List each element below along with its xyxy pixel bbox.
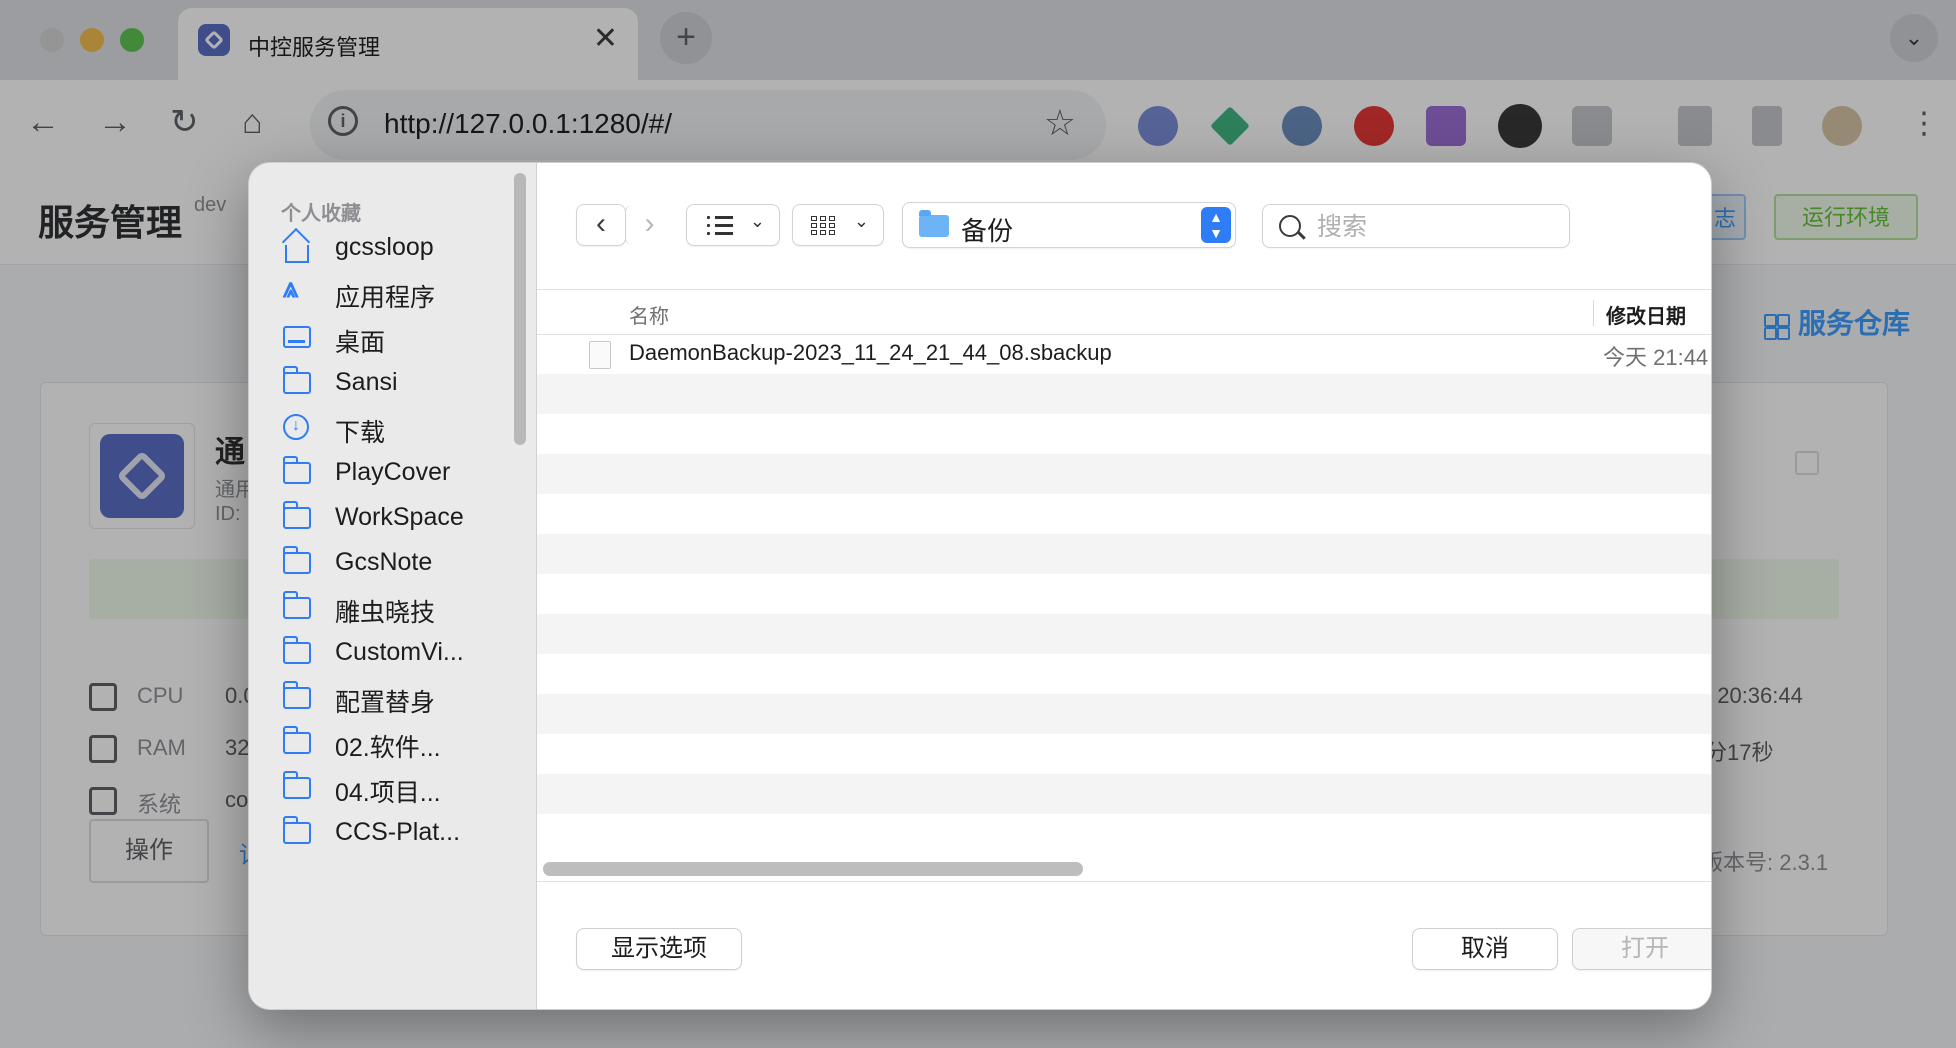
sidebar-scrollbar[interactable] [514, 173, 526, 445]
sidebar-item[interactable]: PlayCover [279, 450, 519, 494]
empty-row [537, 454, 1711, 494]
folder-icon [283, 456, 311, 484]
empty-row [537, 574, 1711, 614]
sidebar-item[interactable]: 桌面 [279, 315, 519, 359]
document-icon [589, 341, 611, 369]
sidebar-item[interactable]: ↓ 下载 [279, 405, 519, 449]
folder-icon [283, 591, 311, 619]
sidebar-item[interactable]: Sansi [279, 360, 519, 404]
horizontal-scrollbar[interactable] [543, 862, 1083, 876]
folder-icon [283, 681, 311, 709]
empty-row [537, 614, 1711, 654]
folder-icon [283, 771, 311, 799]
folder-icon [283, 726, 311, 754]
list-view-icon [707, 215, 733, 235]
column-header: 名称 修改日期 [537, 289, 1711, 335]
file-modified-date: 今天 21:44 [1603, 345, 1709, 370]
empty-row [537, 734, 1711, 774]
up-down-chevron-icon: ▲ ▼ [1201, 207, 1231, 243]
sidebar-item-label: CustomVi... [335, 638, 464, 666]
applications-icon: ⩓ [283, 272, 299, 303]
forward-button[interactable]: › [625, 205, 673, 245]
search-input[interactable] [1315, 209, 1559, 245]
footer-divider [537, 881, 1711, 882]
sidebar-item-label: gcssloop [335, 233, 434, 261]
sidebar-item[interactable]: ⩓ 应用程序 [279, 270, 519, 314]
empty-row [537, 774, 1711, 814]
empty-row [537, 414, 1711, 454]
sidebar-item[interactable]: 02.软件... [279, 720, 519, 764]
sidebar-item-label: GcsNote [335, 548, 433, 576]
downloads-icon: ↓ [283, 414, 309, 440]
show-options-button[interactable]: 显示选项 [577, 929, 741, 969]
folder-icon [283, 546, 311, 574]
file-open-dialog: 个人收藏 gcssloop ⩓ 应用程序桌面 Sansi ↓ 下载 PlayCover Wor… [248, 162, 1712, 1010]
folder-icon [919, 210, 949, 237]
sidebar-item-label: 04.项目... [335, 779, 441, 807]
file-browser-pane: ‹ › ⌄ ⌄ 备份 ▲▼ 名称 [537, 163, 1711, 1009]
open-button[interactable]: 打开 [1573, 929, 1711, 969]
current-folder-label: 备份 [961, 216, 1014, 246]
empty-row [537, 654, 1711, 694]
folder-icon [283, 366, 311, 394]
sidebar-item-label: 下载 [335, 419, 386, 447]
column-name-header[interactable]: 名称 [629, 300, 669, 329]
chevron-down-icon: ⌄ [853, 211, 869, 231]
sidebar-item[interactable]: CCS-Plat... [279, 810, 519, 854]
cancel-button[interactable]: 取消 [1413, 929, 1557, 969]
back-button[interactable]: ‹ [577, 205, 625, 245]
sidebar-item[interactable]: 04.项目... [279, 765, 519, 809]
sidebar-item-label: 应用程序 [335, 284, 436, 312]
sidebar-item[interactable]: GcsNote [279, 540, 519, 584]
sidebar-item-label: PlayCover [335, 458, 451, 486]
sidebar-item-label: 02.软件... [335, 734, 441, 762]
sidebar-item[interactable]: CustomVi... [279, 630, 519, 674]
sidebar-item[interactable]: WorkSpace [279, 495, 519, 539]
file-name: DaemonBackup-2023_11_24_21_44_08.sbackup [629, 340, 1112, 365]
chevron-down-icon: ⌄ [749, 211, 765, 231]
list-view-button[interactable]: ⌄ [687, 205, 779, 245]
sidebar-item-label: 桌面 [335, 329, 386, 357]
empty-row [537, 494, 1711, 534]
grid-view-icon [811, 216, 839, 236]
sidebar-item[interactable]: 配置替身 [279, 675, 519, 719]
file-list: DaemonBackup-2023_11_24_21_44_08.sbackup… [537, 334, 1711, 846]
column-date-header[interactable]: 修改日期 [1593, 300, 1686, 328]
sidebar-item-label: Sansi [335, 368, 398, 396]
home-icon [285, 245, 309, 263]
file-row[interactable]: DaemonBackup-2023_11_24_21_44_08.sbackup… [537, 334, 1711, 374]
sidebar-item[interactable]: gcssloop [279, 225, 519, 269]
favorites-header: 个人收藏 [281, 203, 361, 225]
sidebar-item-label: WorkSpace [335, 503, 464, 531]
empty-row [537, 374, 1711, 414]
folder-icon [283, 636, 311, 664]
folder-icon [283, 501, 311, 529]
sidebar-item-label: 配置替身 [335, 689, 436, 717]
group-view-button[interactable]: ⌄ [793, 205, 883, 245]
empty-row [537, 694, 1711, 734]
folder-icon [283, 816, 311, 844]
search-field[interactable] [1263, 205, 1569, 247]
favorites-sidebar: 个人收藏 gcssloop ⩓ 应用程序桌面 Sansi ↓ 下载 PlayCover Wor… [249, 163, 537, 1009]
sidebar-item[interactable]: 雕虫晓技 [279, 585, 519, 629]
sidebar-item-label: 雕虫晓技 [335, 599, 436, 627]
location-popup[interactable]: 备份 ▲ ▼ [903, 203, 1235, 247]
sidebar-item-label: CCS-Plat... [335, 818, 461, 846]
empty-row [537, 534, 1711, 574]
desktop-icon [283, 326, 311, 348]
search-icon [1279, 215, 1301, 237]
